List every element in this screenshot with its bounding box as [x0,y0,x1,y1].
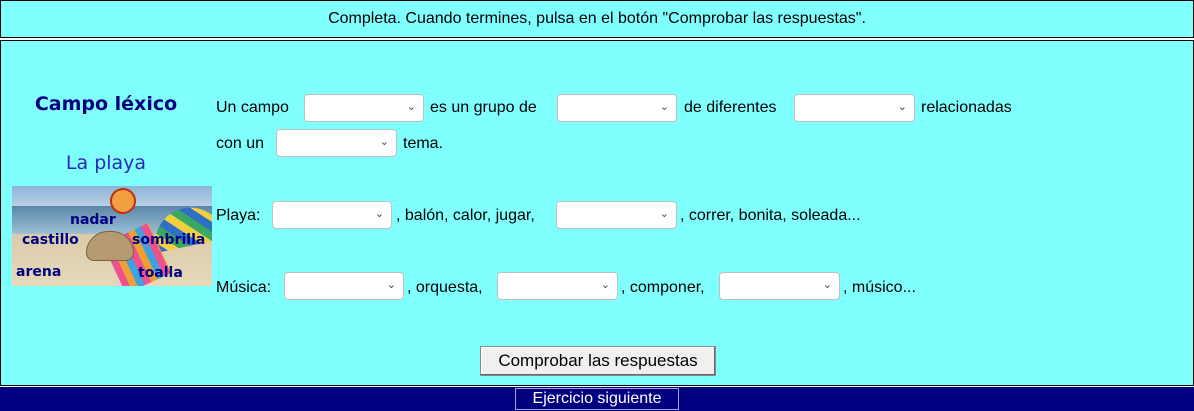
text-playa-words-1: , balón, calor, jugar, [396,207,535,224]
image-label-toalla: toalla [138,265,183,281]
text-un-campo: Un campo [216,99,289,116]
select-blank-3[interactable]: ⌄ [794,94,915,122]
next-exercise-button[interactable]: Ejercicio siguiente [515,388,679,410]
image-label-sombrilla: sombrilla [132,232,206,248]
text-playa-words-2: , correr, bonita, soleada... [680,207,861,224]
instructions-bar: Completa. Cuando termines, pulsa en el b… [0,0,1194,38]
chevron-down-icon: ⌄ [600,278,610,291]
text-musica: Música: [216,279,272,296]
chevron-down-icon: ⌄ [822,278,832,291]
image-label-arena: arena [16,264,62,280]
text-musica-words-1: , orquesta, [407,279,483,296]
select-musica-1[interactable]: ⌄ [284,272,404,300]
chevron-down-icon: ⌄ [386,278,396,291]
instructions-text: Completa. Cuando termines, pulsa en el b… [328,10,866,27]
select-musica-3[interactable]: ⌄ [719,272,840,300]
image-label-nadar: nadar [70,212,116,228]
text-playa: Playa: [216,207,261,224]
text-musica-words-2: , componer, [621,279,705,296]
text-es-un-grupo-de: es un grupo de [430,99,537,116]
select-blank-2[interactable]: ⌄ [557,94,677,122]
text-tema: tema. [403,135,444,152]
chevron-down-icon: ⌄ [897,100,907,113]
text-con-un: con un [216,135,265,152]
chevron-down-icon: ⌄ [659,100,669,113]
select-playa-1[interactable]: ⌄ [272,201,392,229]
chevron-down-icon: ⌄ [406,100,416,113]
chevron-down-icon: ⌄ [374,207,384,220]
select-musica-2[interactable]: ⌄ [497,272,618,300]
select-blank-4[interactable]: ⌄ [276,129,397,157]
swimmer-shape [110,188,136,214]
exercise-panel: Campo léxico La playa nadar castillo som… [0,40,1194,386]
text-de-diferentes: de diferentes [684,99,777,116]
image-label-castillo: castillo [22,232,79,248]
select-playa-2[interactable]: ⌄ [556,201,677,229]
sidebar-title: Campo léxico [34,93,178,115]
sidebar-subtitle: La playa [65,152,147,174]
footer-bar: Ejercicio siguiente [0,387,1194,411]
chevron-down-icon: ⌄ [659,207,669,220]
select-blank-1[interactable]: ⌄ [304,94,424,122]
text-musica-words-3: , músico... [843,279,916,296]
text-relacionadas: relacionadas [921,99,1012,116]
chevron-down-icon: ⌄ [379,135,389,148]
beach-illustration: nadar castillo sombrilla arena toalla [12,186,212,286]
check-answers-button[interactable]: Comprobar las respuestas [480,346,716,376]
